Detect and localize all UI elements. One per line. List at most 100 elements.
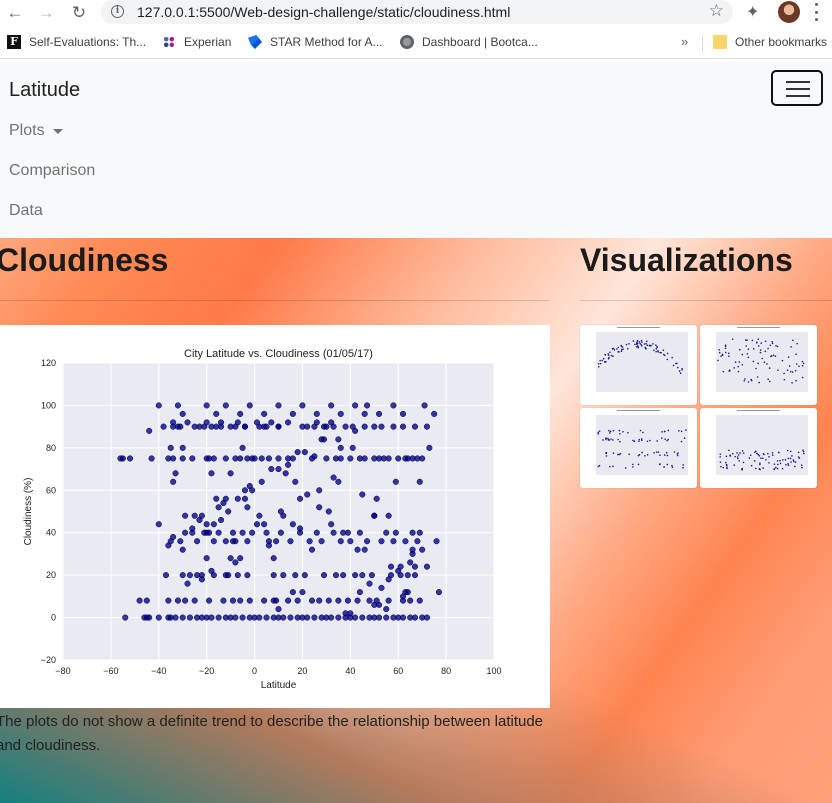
thumbnail-point (671, 466, 674, 469)
reload-icon[interactable]: ↻ (68, 1, 90, 23)
thumbnail-point (662, 353, 665, 356)
back-arrow-icon[interactable]: ← (4, 1, 26, 23)
thumbnail-point (768, 462, 770, 464)
thumbnail-point (739, 452, 741, 454)
data-point (318, 538, 325, 545)
data-point (217, 516, 225, 524)
thumbnail-point (657, 451, 660, 453)
y-tick-label: −20 (41, 655, 56, 665)
more-bookmarks-chevron-icon[interactable]: » (681, 34, 688, 49)
data-point (261, 410, 268, 417)
thumbnail-point (661, 431, 663, 433)
thumbnail-point (775, 344, 777, 347)
thumbnail-point (678, 370, 681, 372)
thumbnail-point (746, 352, 749, 355)
y-tick-label: 60 (46, 485, 56, 495)
thumbnail-point (664, 430, 666, 433)
data-point (337, 538, 344, 545)
data-point (275, 455, 282, 462)
thumbnail-point (655, 350, 657, 353)
data-point (340, 529, 347, 536)
data-point (320, 572, 328, 579)
thumbnail-point (682, 466, 684, 469)
x-tick-label: 80 (441, 666, 451, 676)
data-point (378, 538, 385, 545)
thumbnail-point (675, 362, 677, 365)
data-point (352, 402, 359, 409)
bookmark-item[interactable]: Dashboard | Bootca... (400, 35, 538, 49)
profile-avatar[interactable] (778, 1, 800, 23)
navbar-toggler-button[interactable] (771, 70, 823, 106)
thumbnail-point (619, 440, 621, 443)
data-point (194, 572, 201, 579)
thumbnail-point (599, 359, 601, 362)
data-point (392, 478, 399, 485)
thumbnail-point (685, 429, 687, 431)
thumbnail-cloudiness[interactable] (580, 408, 697, 488)
browser-menu-icon[interactable] (814, 3, 818, 21)
thumbnail-point (645, 348, 647, 350)
thumbnail-point (653, 451, 655, 454)
data-point (361, 546, 368, 553)
data-point (167, 444, 174, 451)
thumbnail-point (610, 354, 613, 357)
nav-plots-dropdown[interactable]: Plots (9, 122, 63, 140)
thumbnail-point (676, 454, 679, 457)
data-point (275, 606, 282, 613)
bookmark-item[interactable]: Experian (162, 35, 231, 49)
navbar-brand[interactable]: Latitude (9, 79, 80, 102)
thumbnail-wind-speed[interactable] (700, 408, 817, 488)
bookmark-item[interactable]: STAR Method for A... (248, 35, 383, 49)
data-point (328, 614, 335, 621)
thumbnail-point (755, 450, 757, 453)
page-body: Latitude Plots Comparison Data Cloudines… (0, 62, 832, 803)
data-point (246, 597, 253, 604)
thumbnail-point (636, 345, 639, 347)
other-bookmarks[interactable]: Other bookmarks (713, 35, 827, 49)
data-point (371, 423, 378, 430)
extensions-puzzle-icon[interactable]: ✦ (746, 2, 759, 22)
data-point (126, 455, 134, 462)
address-url[interactable]: 127.0.0.1:5500/Web-design-challenge/stat… (137, 4, 510, 20)
thumbnail-point (791, 455, 793, 457)
data-point (239, 614, 246, 621)
thumbnail-humidity[interactable] (700, 325, 817, 405)
thumbnail-point (776, 467, 779, 470)
thumbnail-point (785, 463, 787, 466)
data-point (186, 614, 193, 621)
thumbnail-point (760, 457, 762, 459)
thumbnail-point (750, 464, 753, 467)
data-point (328, 521, 335, 528)
bookmark-item[interactable]: F Self-Evaluations: Th... (7, 35, 146, 49)
thumbnail-point (759, 351, 762, 354)
address-bar[interactable]: i 127.0.0.1:5500/Web-design-challenge/st… (101, 0, 733, 24)
data-point (287, 538, 294, 545)
site-info-icon[interactable]: i (111, 5, 124, 18)
data-point (347, 455, 354, 462)
bookmark-star-icon[interactable]: ☆ (709, 1, 724, 21)
thumbnail-point (646, 344, 649, 346)
forward-arrow-icon[interactable]: → (35, 1, 57, 23)
nav-comparison[interactable]: Comparison (9, 162, 95, 180)
data-point (304, 423, 311, 430)
data-point (179, 546, 186, 553)
nav-data[interactable]: Data (9, 202, 43, 220)
data-point (210, 455, 217, 462)
thumbnail-point (796, 342, 799, 345)
data-point (364, 538, 371, 545)
data-point (172, 470, 179, 477)
data-point (289, 589, 296, 596)
thumbnail-point (800, 464, 803, 466)
thumbnail-temperature[interactable] (580, 325, 697, 405)
data-point (227, 470, 234, 477)
thumbnail-point (639, 429, 642, 432)
thumbnail-point (750, 378, 753, 381)
thumbnail-point (645, 342, 647, 345)
thumbnail-point (756, 452, 758, 455)
thumbnail-point (764, 350, 767, 353)
data-point (387, 563, 395, 570)
thumbnail-point (652, 343, 654, 345)
thumbnail-point (635, 342, 638, 344)
y-tick-label: 120 (41, 358, 56, 368)
data-point (313, 410, 320, 417)
